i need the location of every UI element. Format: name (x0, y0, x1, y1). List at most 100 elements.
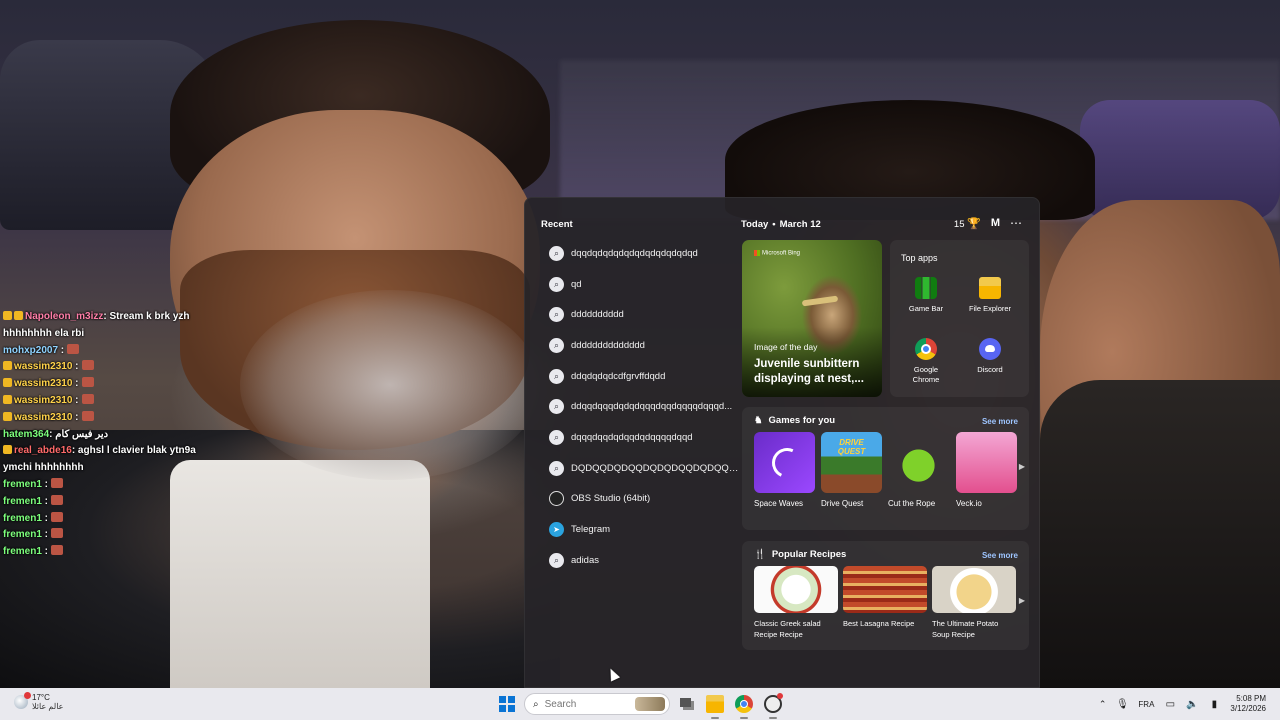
recent-item[interactable]: ⌕ dqqdqdqdqdqdqdqdqdqdqdqd (541, 238, 741, 269)
recent-title: Recent (541, 219, 573, 230)
recipe-tile-lasagna[interactable]: Best Lasagna Recipe (843, 566, 927, 630)
search-icon: ⌕ (549, 552, 564, 568)
search-icon: ⌕ (549, 276, 564, 292)
chat-username: real_abde16 (14, 445, 72, 457)
rewards-points[interactable]: 15 🏆 (954, 217, 981, 230)
recent-item[interactable]: ⌕ DQDQQDQDQQDQDQDQQDQDQQDQ... (541, 453, 741, 484)
battery-icon[interactable]: ▮ (1208, 698, 1220, 710)
chat-username: fremen1 (3, 478, 42, 490)
recent-item[interactable]: ⌕ ddqdqdqdcdfgrvffdqdd (541, 361, 741, 392)
chat-badge-icon (3, 394, 12, 404)
scroll-right-icon[interactable]: ▶ (1019, 596, 1025, 605)
obs-studio-icon[interactable] (764, 693, 783, 713)
recent-item[interactable]: ⌕ dddddddddddddd (541, 330, 741, 361)
chat-message: wassim2310 : (3, 410, 263, 427)
recipes-see-more-link[interactable]: See more (982, 551, 1018, 560)
chat-badge-icon (3, 361, 12, 371)
task-view-icon[interactable] (678, 695, 696, 713)
wallpaper-hoodie (1040, 380, 1280, 688)
search-input[interactable] (544, 698, 625, 710)
chat-username: wassim2310 (14, 361, 73, 373)
running-indicator (740, 717, 748, 719)
top-app-discord[interactable]: Discord (960, 338, 1020, 375)
recent-item-label: DQDQQDQDQQDQDQDQQDQDQQDQ... (571, 462, 741, 474)
top-app-game-bar[interactable]: Game Bar (896, 277, 956, 314)
chat-message: mohxp2007 : (3, 343, 263, 360)
recent-item[interactable]: ⌕ qd (541, 269, 741, 300)
chat-message: real_abde16: aghsl l clavier blak ytn9a … (3, 443, 203, 477)
top-app-google-chrome[interactable]: Google Chrome (896, 338, 956, 384)
search-icon: ⌕ (549, 460, 564, 476)
search-highlight-icon[interactable] (635, 697, 665, 711)
telegram-icon: ➤ (549, 522, 564, 538)
system-tray: ⌃ 🎙 FRA ▭ 🔈 ▮ 5:08 PM 3/12/2026 (1099, 688, 1266, 720)
chat-message: fremen1 : (3, 494, 263, 511)
recent-item[interactable]: ➤ Telegram (541, 514, 741, 545)
profile-avatar[interactable]: M (991, 217, 1000, 229)
puzzle-icon: ♞ (754, 415, 763, 426)
clock-time: 5:08 PM (1236, 694, 1266, 703)
veck-io-thumbnail (956, 432, 1017, 493)
microphone-icon[interactable]: 🎙 (1116, 698, 1129, 710)
recent-item[interactable]: OBS Studio (64bit) (541, 484, 741, 515)
chrome-icon (915, 338, 937, 360)
greek-salad-thumbnail (754, 566, 838, 613)
chat-message: fremen1 : (3, 544, 263, 561)
chat-username: Napoleon_m3izz (25, 311, 104, 322)
chat-username: wassim2310 (14, 378, 73, 390)
volume-icon[interactable]: 🔈 (1186, 698, 1198, 710)
top-apps-title: Top apps (901, 253, 938, 263)
top-app-file-explorer[interactable]: File Explorer (960, 277, 1020, 314)
wallpaper-smoke (240, 290, 540, 480)
chat-badge-icon (3, 445, 12, 455)
chat-message: fremen1 : (3, 527, 263, 544)
clock[interactable]: 5:08 PM 3/12/2026 (1230, 694, 1266, 714)
chrome-icon[interactable] (735, 695, 753, 713)
chat-badge-icon (3, 411, 12, 421)
recipe-label: Best Lasagna Recipe (843, 619, 915, 628)
chat-username: fremen1 (3, 512, 42, 524)
games-title-text: Games for you (768, 415, 836, 426)
image-of-the-day-card[interactable]: Microsoft Bing Image of the day Juvenile… (742, 240, 882, 397)
header-actions: 15 🏆 M ⋯ (954, 216, 1023, 230)
chat-emote-icon (51, 477, 64, 488)
game-tile-space-waves[interactable]: Space Waves (754, 432, 815, 508)
input-language[interactable]: FRA (1138, 700, 1154, 709)
windows-start-icon[interactable] (499, 696, 515, 712)
game-tile-veck-io[interactable]: Veck.io (956, 432, 1017, 508)
chat-text: : دير فيس كام (49, 428, 109, 440)
chat-username: mohxp2007 (3, 344, 59, 356)
today-date: March 12 (779, 219, 821, 230)
game-tile-cut-the-rope[interactable]: Cut the Rope (888, 432, 949, 508)
top-app-label: Game Bar (908, 304, 944, 313)
scroll-right-icon[interactable]: ▶ (1019, 462, 1025, 471)
taskbar-search-box[interactable]: ⌕ (524, 693, 670, 715)
recent-item[interactable]: ⌕ adidas (541, 545, 741, 576)
recipe-tile-potato-soup[interactable]: The Ultimate Potato Soup Recipe (932, 566, 1016, 640)
chat-badge-icon (3, 378, 12, 388)
search-icon: ⌕ (549, 245, 564, 261)
games-see-more-link[interactable]: See more (982, 417, 1018, 426)
file-explorer-icon[interactable] (706, 695, 724, 713)
recent-item[interactable]: ⌕ dqqqdqqdqdqqdqdqqqqdqqd (541, 422, 741, 453)
weather-widget[interactable]: 17°C عالم عائلا (14, 692, 63, 711)
recipe-tile-greek-salad[interactable]: Classic Greek salad Recipe Recipe (754, 566, 838, 640)
show-hidden-icons-chevron-icon[interactable]: ⌃ (1099, 699, 1107, 710)
more-options-icon[interactable]: ⋯ (1010, 216, 1023, 230)
recent-item-label: dddddddddd (571, 309, 624, 321)
game-tile-drive-quest[interactable]: Drive Quest (821, 432, 882, 508)
obs-icon (549, 491, 564, 507)
cut-the-rope-thumbnail (888, 432, 949, 493)
weather-condition: عالم عائلا (32, 702, 64, 711)
weather-text: 17°C عالم عائلا (32, 693, 63, 711)
chat-message: wassim2310 : (3, 376, 263, 393)
chat-message: Napoleon_m3izz: Stream k brk yzh hhhhhhh… (3, 309, 203, 343)
chat-emote-icon (81, 393, 94, 404)
recipe-label: Classic Greek salad Recipe Recipe (754, 619, 821, 639)
search-flyout: Recent ⌕ dqqdqdqdqdqdqdqdqdqdqdqd ⌕ qd ⌕ dddd… (524, 197, 1040, 688)
recent-item[interactable]: ⌕ dddddddddd (541, 299, 741, 330)
discord-icon (979, 338, 1001, 360)
network-icon[interactable]: ▭ (1164, 698, 1176, 710)
chat-emote-icon (51, 545, 64, 556)
recent-item[interactable]: ⌕ ddqqdqqqdqdqdqqqdqqdqqqqdqqqd... (541, 391, 741, 422)
